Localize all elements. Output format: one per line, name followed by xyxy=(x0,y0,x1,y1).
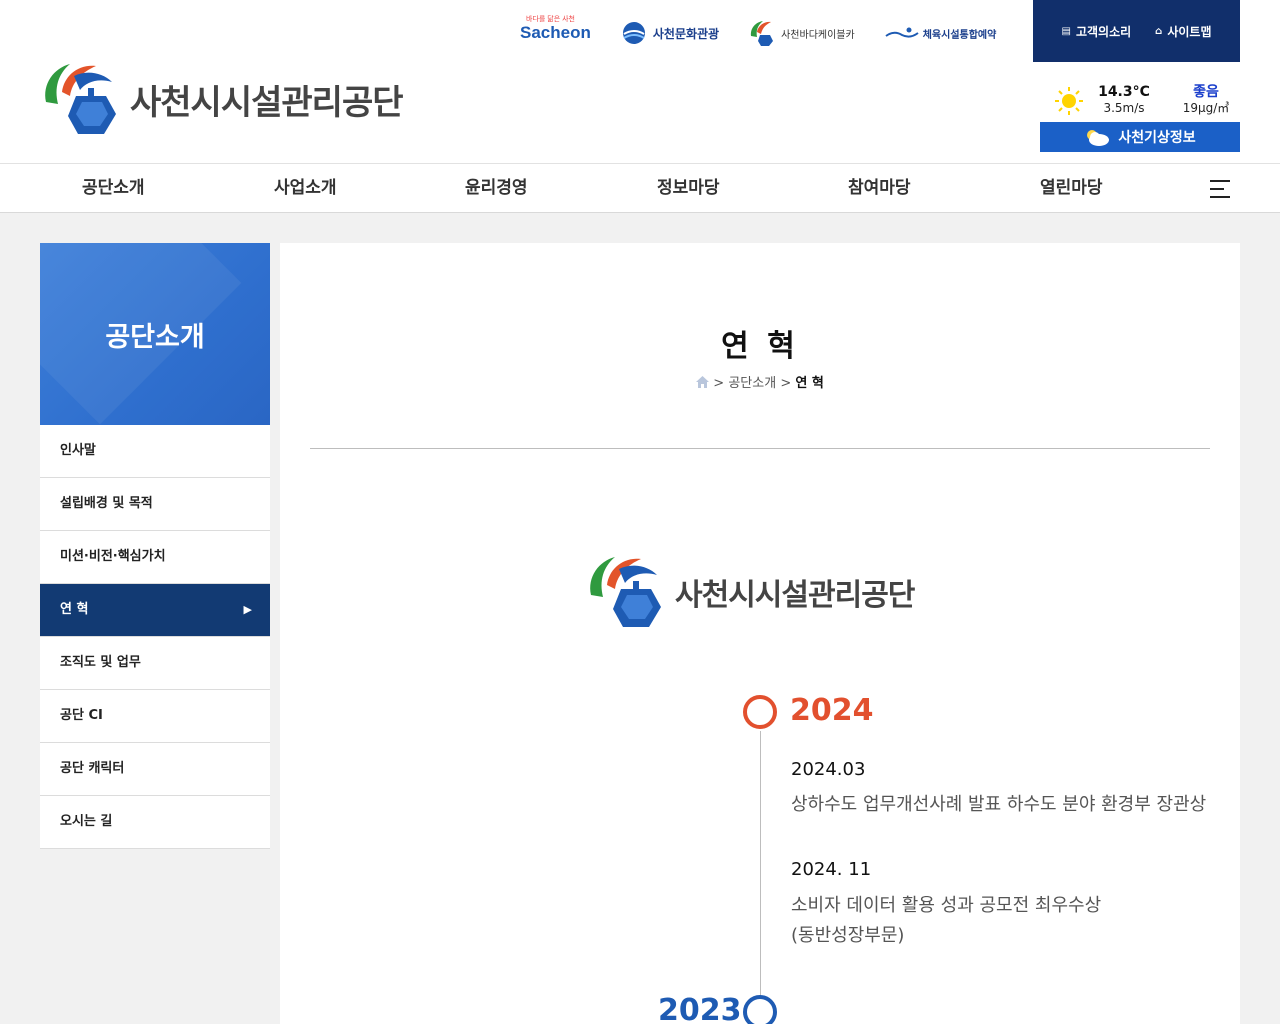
weather-info-button[interactable]: 사천기상정보 xyxy=(1040,122,1240,152)
all-menu-hamburger-icon[interactable] xyxy=(1210,180,1230,198)
nav-item-business[interactable]: 사업소개 xyxy=(274,164,337,212)
history-logo: 사천시시설관리공단 xyxy=(585,555,915,629)
sidebar-item-character[interactable]: 공단 캐릭터 xyxy=(40,743,270,796)
logo-text: 사천시시설관리공단 xyxy=(130,82,404,123)
culture-tourism-label: 사천문화관광 xyxy=(652,26,720,41)
sacheon-brand-text: 바다를 닮은 사천 Sacheon xyxy=(520,16,591,43)
event-description-continued: (동반성장부문) xyxy=(791,925,905,946)
weather-widget: 14.3°C 3.5m/s 좋음 19μg/㎥ 사천기상정보 xyxy=(1040,84,1240,152)
partner-links: 바다를 닮은 사천 Sacheon 사천문화관광 사천바다케이블카 체육시설통합… xyxy=(520,16,1026,50)
sacheon-tagline: 바다를 닮은 사천 xyxy=(526,16,575,23)
cable-car-label: 사천바다케이블카 xyxy=(781,29,855,41)
cable-car-icon xyxy=(750,21,774,46)
sidebar-item-history[interactable]: 연 혁 ▶ xyxy=(40,584,270,637)
fine-dust-block: 좋음 19μg/㎥ xyxy=(1176,84,1236,116)
sidebar-item-mission[interactable]: 미션·비전·핵심가치 xyxy=(40,531,270,584)
title-divider xyxy=(310,448,1210,449)
sidebar-item-label: 설립배경 및 목적 xyxy=(60,496,153,511)
breadcrumb: > 공단소개 > 연 혁 xyxy=(280,372,1240,391)
culture-tourism-icon xyxy=(622,22,645,44)
nav-item-info[interactable]: 정보마당 xyxy=(657,164,720,212)
caret-right-icon: ▶ xyxy=(243,603,252,616)
partner-sports-link[interactable]: 체육시설통합예약 xyxy=(885,26,997,41)
breadcrumb-separator: > xyxy=(780,376,792,391)
partner-cable-link[interactable]: 사천바다케이블카 xyxy=(749,20,855,46)
timeline-dot-2023 xyxy=(743,995,777,1024)
timeline-year-2023: 2023 xyxy=(658,993,742,1024)
nav-item-ethics[interactable]: 윤리경영 xyxy=(465,164,528,212)
sports-reservation-label: 체육시설통합예약 xyxy=(922,29,997,41)
breadcrumb-separator: > xyxy=(713,376,725,391)
utility-menu: ▤ 고객의소리 ⌂ 사이트맵 xyxy=(1033,0,1240,62)
nav-item-participation[interactable]: 참여마당 xyxy=(848,164,911,212)
event-description: 소비자 데이터 활용 성과 공모전 최우수상 xyxy=(791,895,1102,916)
customer-voice-link[interactable]: ▤ 고객의소리 xyxy=(1062,23,1132,40)
swimmer-icon xyxy=(885,27,919,38)
event-date: 2024.03 xyxy=(791,759,866,780)
sidebar-item-label: 오시는 길 xyxy=(60,814,113,829)
sidebar-item-label: 공단 CI xyxy=(60,708,103,723)
home-icon: ⌂ xyxy=(1155,25,1163,37)
logo-text: 사천시시설관리공단 xyxy=(675,578,915,613)
temperature-value: 14.3°C xyxy=(1098,84,1150,100)
document-icon: ▤ xyxy=(1061,25,1071,37)
sidebar-title: 공단소개 xyxy=(40,243,270,425)
customer-voice-label: 고객의소리 xyxy=(1075,24,1132,39)
cloud-sun-icon xyxy=(1087,130,1110,146)
sidebar-item-label: 공단 캐릭터 xyxy=(60,761,125,776)
event-description: 상하수도 업무개선사례 발표 하수도 분야 환경부 장관상 xyxy=(791,794,1207,815)
sidebar-item-ci[interactable]: 공단 CI xyxy=(40,690,270,743)
weather-info-label: 사천기상정보 xyxy=(1118,130,1196,146)
sitemap-link[interactable]: ⌂ 사이트맵 xyxy=(1155,23,1211,40)
timeline-line xyxy=(760,731,761,1001)
breadcrumb-current: 연 혁 xyxy=(795,376,824,391)
dust-value: 19μg/㎥ xyxy=(1182,101,1230,115)
temperature-block: 14.3°C 3.5m/s xyxy=(1092,84,1156,116)
sacheon-wordmark: Sacheon xyxy=(520,23,591,42)
sitemap-label: 사이트맵 xyxy=(1167,24,1212,39)
main-navigation: 공단소개 사업소개 윤리경영 정보마당 참여마당 열린마당 xyxy=(0,163,1280,213)
sidebar-item-directions[interactable]: 오시는 길 xyxy=(40,796,270,849)
timeline-year-2024: 2024 xyxy=(790,693,874,728)
sidebar-menu: 인사말 설립배경 및 목적 미션·비전·핵심가치 연 혁 ▶ 조직도 및 업무 공… xyxy=(40,425,270,849)
event-date: 2024. 11 xyxy=(791,859,872,880)
nav-item-about[interactable]: 공단소개 xyxy=(82,164,145,212)
sidebar-item-background[interactable]: 설립배경 및 목적 xyxy=(40,478,270,531)
page-title: 연 혁 xyxy=(721,329,799,364)
logo-emblem-icon xyxy=(45,64,116,134)
logo-emblem-icon xyxy=(590,557,661,627)
partner-sacheon-link[interactable]: 바다를 닮은 사천 Sacheon xyxy=(520,16,591,43)
partner-culture-link[interactable]: 사천문화관광 xyxy=(621,20,719,46)
sidebar-item-label: 미션·비전·핵심가치 xyxy=(60,549,166,564)
site-header: 사천시시설관리공단 바다를 닮은 사천 Sacheon 사천문화관광 사천바다케… xyxy=(0,0,1280,163)
timeline-dot-2024 xyxy=(743,695,777,729)
sidebar-item-organization[interactable]: 조직도 및 업무 xyxy=(40,637,270,690)
site-logo[interactable]: 사천시시설관리공단 xyxy=(40,62,404,136)
main-content: 연 혁 > 공단소개 > 연 혁 사천시시설관리공단 2024 2024.03 … xyxy=(280,243,1240,1024)
sun-icon xyxy=(1055,87,1083,115)
sidebar-item-greeting[interactable]: 인사말 xyxy=(40,425,270,478)
wind-speed-value: 3.5m/s xyxy=(1103,101,1145,115)
sidebar-item-label: 연 혁 xyxy=(60,602,89,617)
sidebar-title-text: 공단소개 xyxy=(105,321,205,353)
sidebar-item-label: 인사말 xyxy=(60,443,96,458)
sidebar-item-label: 조직도 및 업무 xyxy=(60,655,141,670)
home-icon[interactable] xyxy=(696,376,710,388)
breadcrumb-level1[interactable]: 공단소개 xyxy=(728,376,776,391)
dust-grade: 좋음 xyxy=(1193,84,1219,100)
nav-item-open[interactable]: 열린마당 xyxy=(1040,164,1103,212)
